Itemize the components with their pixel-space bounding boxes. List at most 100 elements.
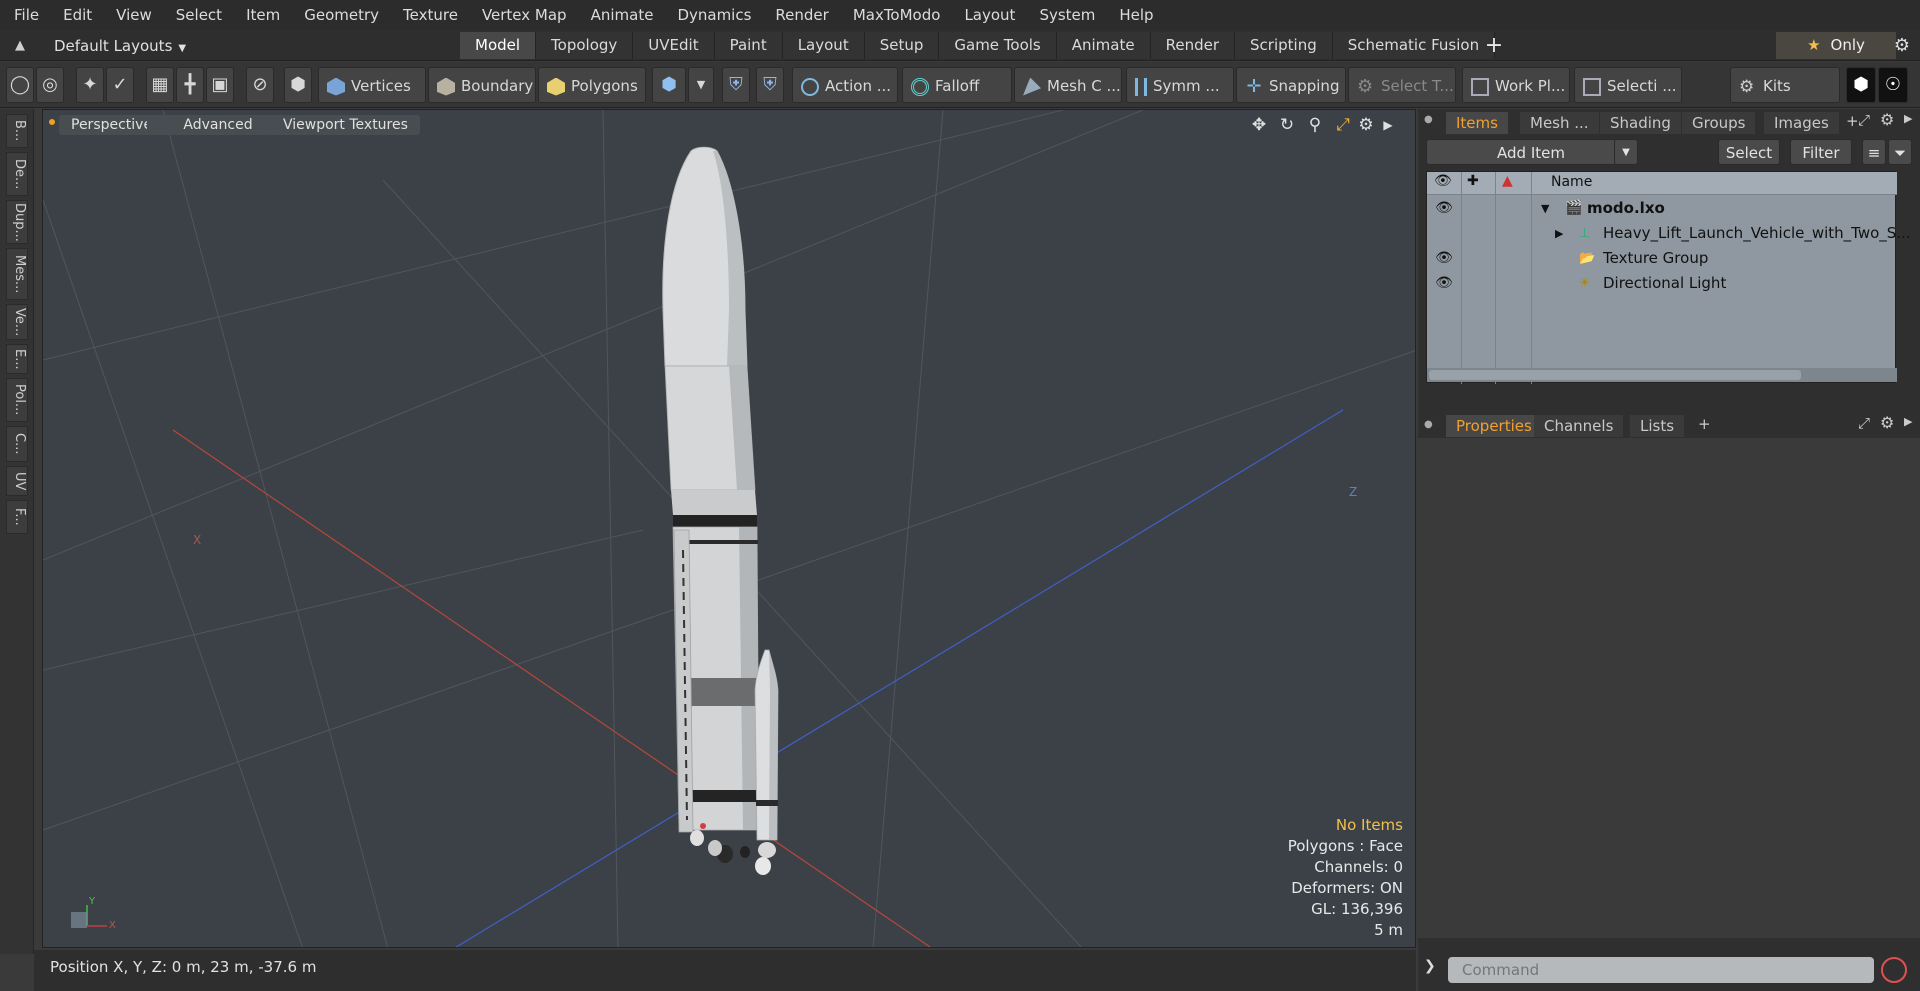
lock-column-icon[interactable]: ✚ bbox=[1467, 173, 1479, 189]
menu-system[interactable]: System bbox=[1027, 0, 1107, 30]
menu-geometry[interactable]: Geometry bbox=[292, 0, 391, 30]
menu-item[interactable]: Item bbox=[234, 0, 292, 30]
falloff-button[interactable]: Falloff bbox=[902, 67, 1012, 103]
left-tab-8[interactable]: UV bbox=[6, 466, 28, 496]
kits-button[interactable]: ⚙ Kits bbox=[1730, 67, 1840, 103]
record-icon[interactable] bbox=[1881, 957, 1907, 983]
menu-maxtomodo[interactable]: MaxToModo bbox=[841, 0, 953, 30]
menu-texture[interactable]: Texture bbox=[391, 0, 470, 30]
snapping-button[interactable]: ✛ Snapping bbox=[1236, 67, 1346, 103]
eye-icon[interactable]: 👁 bbox=[1434, 271, 1454, 296]
item-list-scrollbar[interactable] bbox=[1427, 368, 1897, 382]
eye-icon[interactable]: 👁 bbox=[1434, 246, 1454, 271]
scrollbar-thumb[interactable] bbox=[1429, 370, 1801, 380]
panel-dot-icon[interactable]: ● bbox=[1424, 419, 1433, 430]
menu-dynamics[interactable]: Dynamics bbox=[665, 0, 763, 30]
boundary-button[interactable]: Boundary bbox=[428, 67, 536, 103]
filter-button[interactable]: Filter bbox=[1790, 139, 1852, 165]
globe-icon[interactable]: ◎ bbox=[36, 67, 64, 103]
collapse-arrow-icon[interactable]: ▼ bbox=[1541, 196, 1549, 221]
layout-dropdown[interactable]: Default Layouts ▼ bbox=[42, 34, 232, 58]
grid-select-icon[interactable]: ▦ bbox=[146, 67, 174, 103]
maximize-icon[interactable]: ⤢ bbox=[1332, 114, 1354, 136]
menu-layout[interactable]: Layout bbox=[952, 0, 1027, 30]
viewport-expand-icon[interactable]: ▶ bbox=[1377, 114, 1399, 136]
mesh-constraint-button[interactable]: Mesh C ... bbox=[1014, 67, 1122, 103]
selection-sets-button[interactable]: Selecti ... bbox=[1574, 67, 1682, 103]
vertices-button[interactable]: Vertices bbox=[318, 67, 426, 103]
material-mode-icon[interactable]: ⬢ bbox=[652, 67, 686, 103]
work-plane-button[interactable]: Work Pl... bbox=[1462, 67, 1570, 103]
funnel-icon[interactable]: ⏷ bbox=[1888, 139, 1912, 165]
eye-icon[interactable]: 👁 bbox=[1434, 196, 1454, 221]
zoom-icon[interactable]: ⚲ bbox=[1304, 114, 1326, 136]
tab-paint[interactable]: Paint bbox=[714, 32, 783, 59]
menu-vertex-map[interactable]: Vertex Map bbox=[470, 0, 579, 30]
panel-expand-icon[interactable]: ▶ bbox=[1904, 112, 1912, 125]
command-history-icon[interactable]: ❯ bbox=[1424, 958, 1436, 974]
center-select-icon[interactable]: ╋ bbox=[176, 67, 204, 103]
left-tab-0[interactable]: B... bbox=[6, 114, 28, 148]
tab-animate[interactable]: Animate bbox=[1056, 32, 1151, 59]
items-mode-icon[interactable]: ⬢ bbox=[284, 67, 312, 103]
menu-select[interactable]: Select bbox=[164, 0, 234, 30]
left-tab-3[interactable]: Mes... bbox=[6, 248, 28, 300]
unity-icon[interactable]: ⬢ bbox=[1846, 67, 1876, 103]
symmetry-button[interactable]: Symm ... bbox=[1126, 67, 1234, 103]
menu-animate[interactable]: Animate bbox=[579, 0, 666, 30]
left-tab-4[interactable]: Ve... bbox=[6, 304, 28, 340]
tab-shading[interactable]: Shading bbox=[1600, 112, 1681, 134]
tab-topology[interactable]: Topology bbox=[536, 32, 634, 59]
panel-gear-icon[interactable]: ⚙ bbox=[1880, 110, 1894, 129]
viewport-gear-icon[interactable]: ⚙ bbox=[1355, 114, 1377, 136]
add-panel-tab-icon[interactable]: + bbox=[1846, 112, 1859, 130]
tab-groups[interactable]: Groups bbox=[1682, 112, 1756, 134]
left-tab-5[interactable]: E... bbox=[6, 344, 28, 374]
tree-row-texture-group[interactable]: 👁 📂 Texture Group bbox=[1427, 246, 1897, 271]
menu-render[interactable]: Render bbox=[763, 0, 840, 30]
item-list[interactable]: 👁 ✚ ▲ Name 👁 ▼ 🎬 modo.lxo ▶ ⊥ Heavy_Lift… bbox=[1426, 171, 1911, 384]
left-tab-1[interactable]: De... bbox=[6, 152, 28, 196]
viewport-menu-dot[interactable] bbox=[49, 119, 55, 125]
panel-maximize-icon[interactable]: ⤢ bbox=[1858, 111, 1870, 129]
rotate-icon[interactable]: ↻ bbox=[1276, 114, 1298, 136]
tab-scripting[interactable]: Scripting bbox=[1235, 32, 1333, 59]
expand-arrow-icon[interactable]: ▶ bbox=[1555, 221, 1563, 246]
tab-schematic-fusion[interactable]: Schematic Fusion bbox=[1332, 32, 1496, 59]
lock-select-icon[interactable]: ▣ bbox=[206, 67, 234, 103]
left-tab-9[interactable]: F... bbox=[6, 500, 28, 534]
select-button[interactable]: Select bbox=[1718, 139, 1780, 165]
tab-mesh[interactable]: Mesh ... bbox=[1520, 112, 1599, 134]
layout-collapse-icon[interactable]: ▲ bbox=[8, 36, 32, 56]
select-circle-icon[interactable]: ◯ bbox=[6, 67, 34, 103]
list-options-icon[interactable]: ≡ bbox=[1862, 139, 1886, 165]
menu-help[interactable]: Help bbox=[1107, 0, 1165, 30]
pan-icon[interactable]: ✥ bbox=[1248, 114, 1270, 136]
chevron-down-icon[interactable]: ▼ bbox=[688, 67, 714, 103]
unreal-icon[interactable]: ☉ bbox=[1878, 67, 1908, 103]
tab-model[interactable]: Model bbox=[460, 32, 537, 59]
rocket-model[interactable] bbox=[662, 146, 779, 875]
add-tab-icon[interactable]: + bbox=[1480, 32, 1508, 59]
tree-row-light[interactable]: 👁 ☀ Directional Light bbox=[1427, 271, 1897, 296]
panel-gear-icon[interactable]: ⚙ bbox=[1880, 413, 1894, 432]
panel-dot-icon[interactable]: ● bbox=[1424, 114, 1433, 125]
panel-maximize-icon[interactable]: ⤢ bbox=[1858, 414, 1870, 432]
tab-game-tools[interactable]: Game Tools bbox=[939, 32, 1057, 59]
brush-select-icon[interactable]: ✓ bbox=[106, 67, 134, 103]
no-select-icon[interactable]: ⊘ bbox=[246, 67, 274, 103]
tab-properties[interactable]: Properties bbox=[1446, 415, 1542, 437]
tree-row-mesh[interactable]: ▶ ⊥ Heavy_Lift_Launch_Vehicle_with_Two_S… bbox=[1427, 221, 1911, 246]
tab-uvedit[interactable]: UVEdit bbox=[633, 32, 715, 59]
name-column-header[interactable]: Name bbox=[1551, 174, 1592, 190]
lasso-icon[interactable]: ✦ bbox=[76, 67, 104, 103]
soft-select-icon[interactable]: ⛨ bbox=[756, 67, 784, 103]
visibility-column-icon[interactable]: 👁 bbox=[1434, 173, 1452, 189]
viewport-textures-button[interactable]: Viewport Textures bbox=[271, 115, 420, 135]
menu-edit[interactable]: Edit bbox=[51, 0, 104, 30]
type-column-icon[interactable]: ▲ bbox=[1502, 173, 1513, 189]
chevron-down-icon[interactable]: ▼ bbox=[1614, 139, 1638, 165]
left-tab-6[interactable]: Pol... bbox=[6, 378, 28, 422]
tab-render[interactable]: Render bbox=[1150, 32, 1236, 59]
select-through-button[interactable]: ⚙ Select T... bbox=[1348, 67, 1456, 103]
